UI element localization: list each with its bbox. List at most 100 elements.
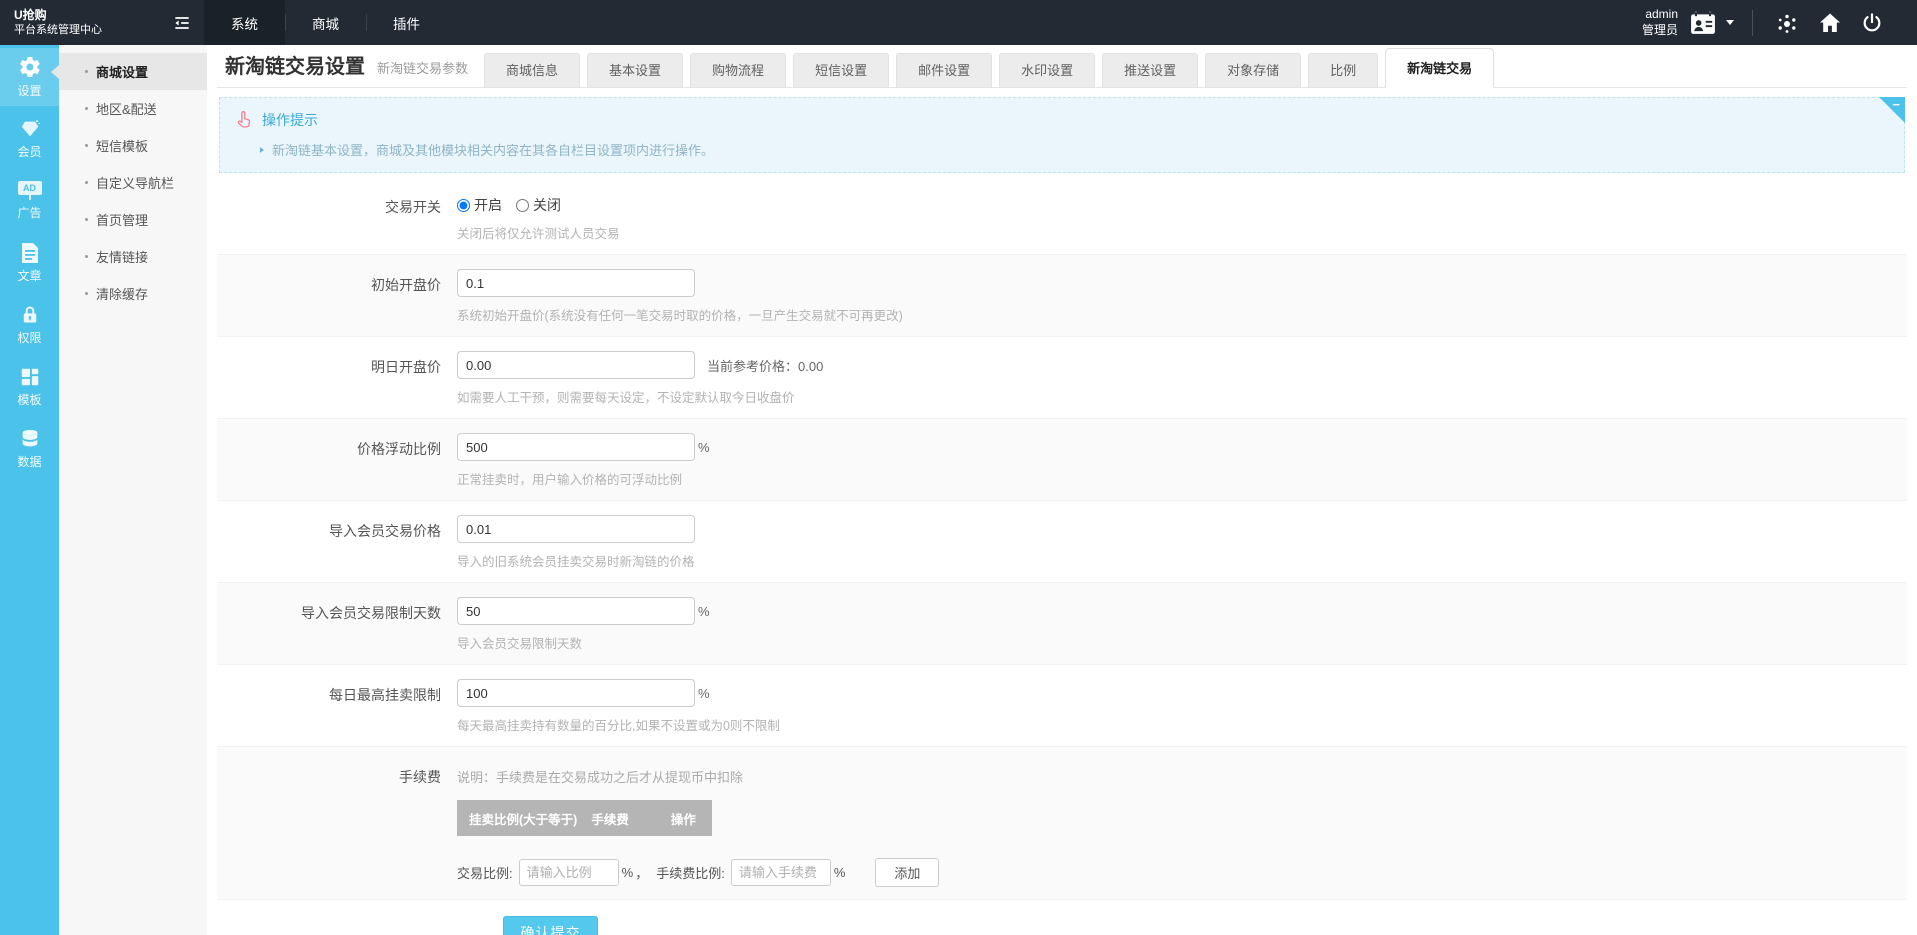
field-label: 导入会员交易价格: [329, 523, 441, 539]
lock-icon: [23, 306, 36, 323]
tab-basic-settings[interactable]: 基本设置: [587, 53, 684, 88]
import-member-price-input[interactable]: [457, 515, 695, 543]
database-icon: [22, 429, 37, 447]
app-body: 设置 会员 AD 广告 文章 权限 模板 数据 商城设置 地区&配送 短信模板 …: [0, 45, 1917, 935]
submenu-label: 商城设置: [96, 65, 149, 80]
price-float-ratio-input[interactable]: [457, 433, 695, 461]
tab-push-settings[interactable]: 推送设置: [1102, 53, 1199, 88]
field-label: 手续费: [399, 769, 441, 785]
initial-price-input[interactable]: [457, 269, 695, 297]
submenu-item-friend-links[interactable]: 友情链接: [59, 238, 207, 275]
fee-col-ratio: 挂卖比例(大于等于): [469, 812, 578, 827]
document-icon: [21, 243, 38, 263]
fee-ratio-input[interactable]: [518, 859, 619, 886]
fee-amount-input[interactable]: [730, 859, 831, 886]
submenu-item-region-shipping[interactable]: 地区&配送: [59, 90, 207, 127]
tab-xintaolian-trade[interactable]: 新淘链交易: [1385, 48, 1495, 88]
trade-settings-form: 交易开关 开启 关闭 关闭后将仅允许测试人员交易 初始开盘价 0.1 系统初始开…: [217, 177, 1907, 935]
form-row-tomorrow-price: 明日开盘价 当前参考价格：0.00 如需要人工干预，则需要每天设定，不设定默认取…: [217, 337, 1907, 419]
notice-header: 操作提示: [234, 109, 1888, 130]
submenu-label: 短信模板: [96, 139, 149, 154]
admin-app: U抢购 平台系统管理中心 系统 商城 插件 admin 管理员 设置 会员 AD…: [0, 0, 1917, 935]
user-name: admin: [1645, 6, 1678, 21]
top-menu: 系统 商城 插件: [204, 0, 447, 45]
page-header: 新淘链交易设置 新淘链交易参数 商城信息 基本设置 购物流程 短信设置 邮件设置…: [217, 45, 1907, 88]
percent-unit: %: [698, 439, 710, 455]
form-row-trade-switch: 交易开关 开启 关闭 关闭后将仅允许测试人员交易: [217, 177, 1907, 255]
sidebar-item-members[interactable]: 会员: [0, 110, 59, 168]
top-menu-label: 插件: [393, 16, 420, 32]
sidebar-item-permissions[interactable]: 权限: [0, 296, 59, 354]
tab-mail-settings[interactable]: 邮件设置: [896, 53, 993, 88]
form-row-daily-max-sell-limit: 每日最高挂卖限制 % 每天最高挂卖持有数量的百分比,如果不设置或为0则不限制: [217, 665, 1907, 747]
top-menu-label: 商城: [312, 16, 339, 32]
submenu-label: 清除缓存: [96, 287, 149, 302]
notice-collapse-icon[interactable]: −: [1892, 98, 1900, 111]
tab-object-storage[interactable]: 对象存储: [1205, 53, 1302, 88]
sidebar-item-templates[interactable]: 模板: [0, 358, 59, 416]
add-fee-button[interactable]: 添加: [875, 858, 940, 887]
field-label: 价格浮动比例: [357, 441, 441, 457]
home-icon[interactable]: [1813, 6, 1847, 40]
radio-on[interactable]: [457, 198, 470, 212]
field-help: 导入会员交易限制天数: [457, 637, 583, 651]
field-help: 如需要人工干预，则需要每天设定，不设定默认取今日收盘价: [457, 391, 795, 405]
submenu-label: 友情链接: [96, 250, 149, 265]
app-logo: U抢购 平台系统管理中心: [0, 0, 160, 45]
id-card-icon[interactable]: [1688, 10, 1718, 36]
daily-max-sell-limit-input[interactable]: [457, 679, 695, 707]
tab-shopping-flow[interactable]: 购物流程: [690, 53, 787, 88]
gem-icon: [21, 120, 40, 137]
submenu-label: 地区&配送: [96, 102, 157, 117]
cluster-icon[interactable]: [1771, 6, 1805, 40]
submit-row: 确认提交: [217, 900, 1907, 935]
submenu-item-sms-template[interactable]: 短信模板: [59, 127, 207, 164]
gear-icon: [19, 56, 40, 78]
import-member-limit-days-input[interactable]: [457, 597, 695, 625]
separator-comma: ，: [635, 866, 649, 881]
submenu-panel: 商城设置 地区&配送 短信模板 自定义导航栏 首页管理 友情链接 清除缓存: [51, 45, 207, 935]
sidebar-item-articles[interactable]: 文章: [0, 234, 59, 292]
bullet-dot: [85, 144, 88, 147]
submenu-item-clear-cache[interactable]: 清除缓存: [59, 275, 207, 312]
fee-col-action: 操作: [670, 812, 696, 827]
icon-sidebar: 设置 会员 AD 广告 文章 权限 模板 数据: [0, 45, 59, 935]
top-menu-mall[interactable]: 商城: [285, 0, 366, 45]
sidebar-item-label: 模板: [17, 393, 42, 407]
power-icon[interactable]: [1855, 6, 1889, 40]
tomorrow-price-input[interactable]: [457, 351, 695, 379]
top-menu-system[interactable]: 系统: [204, 0, 285, 45]
trade-switch-radio-group: 开启 关闭: [457, 191, 1907, 215]
top-menu-plugin[interactable]: 插件: [366, 0, 447, 45]
field-help: 关闭后将仅允许测试人员交易: [457, 227, 620, 241]
submenu-item-mall-settings[interactable]: 商城设置: [51, 53, 207, 90]
field-help: 系统初始开盘价(系统没有任何一笔交易时取的价格，一旦产生交易就不可再更改): [457, 309, 903, 323]
sidebar-item-label: 权限: [17, 331, 42, 345]
sidebar-item-ads[interactable]: AD 广告: [0, 172, 59, 230]
sidebar-item-data[interactable]: 数据: [0, 420, 59, 478]
fee-note: 说明：手续费是在交易成功之后才从提现币中扣除: [457, 770, 744, 785]
percent-unit: %: [621, 865, 634, 880]
hand-pointer-icon: [237, 111, 251, 128]
percent-unit: %: [698, 685, 710, 701]
submenu-item-custom-nav[interactable]: 自定义导航栏: [59, 164, 207, 201]
menu-collapse-icon[interactable]: [160, 0, 204, 45]
tab-watermark-settings[interactable]: 水印设置: [999, 53, 1096, 88]
radio-off[interactable]: [516, 198, 529, 212]
tab-sms-settings[interactable]: 短信设置: [793, 53, 890, 88]
radio-option-off[interactable]: 关闭: [516, 195, 561, 215]
field-help: 导入的旧系统会员挂卖交易时新淘链的价格: [457, 555, 695, 569]
field-label: 明日开盘价: [371, 359, 441, 375]
tab-ratio[interactable]: 比例: [1308, 53, 1379, 88]
chevron-down-icon[interactable]: [1726, 20, 1734, 25]
submenu-item-home-manage[interactable]: 首页管理: [59, 201, 207, 238]
page-title: 新淘链交易设置: [225, 56, 365, 78]
field-label: 初始开盘价: [371, 277, 441, 293]
bullet-dot: [85, 107, 88, 110]
logo-line2: 平台系统管理中心: [14, 24, 102, 37]
confirm-submit-button[interactable]: 确认提交: [503, 916, 598, 935]
notice-line: 新淘链基本设置，商城及其他模块相关内容在其各自栏目设置项内进行操作。: [234, 140, 1888, 159]
fee-ratio-input-label: 手续费比例:: [656, 866, 725, 881]
radio-option-on[interactable]: 开启: [457, 195, 502, 215]
tab-mall-info[interactable]: 商城信息: [484, 53, 581, 88]
